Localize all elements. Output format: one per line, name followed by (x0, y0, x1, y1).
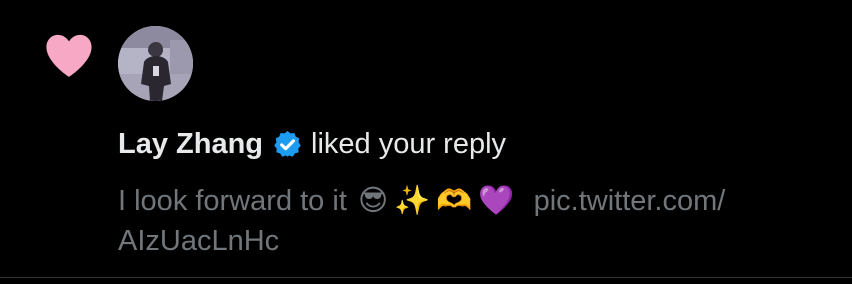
tweet-text: I look forward to it (118, 185, 347, 217)
purple-heart-emoji: 💜 (478, 183, 515, 217)
tweet-preview[interactable]: I look forward to it 😎 ✨ 🫶 💜 pic.twitter.co… (118, 180, 843, 261)
heart-hands-emoji: 🫶 (436, 183, 473, 217)
action-text: liked your reply (311, 128, 507, 160)
sparkles-emoji: ✨ (394, 183, 431, 217)
tweet-link-part2: AIzUacLnHc (118, 225, 280, 257)
heart-icon (46, 34, 92, 77)
divider (0, 277, 852, 278)
verified-badge-icon (274, 130, 301, 157)
tweet-link-part1: pic.twitter.com/ (533, 185, 726, 217)
smiling-face-with-sunglasses-emoji: 😎 (357, 183, 389, 217)
avatar[interactable] (118, 26, 193, 101)
actor-name[interactable]: Lay Zhang (118, 124, 263, 164)
notification-header: Lay Zhang liked your reply (118, 124, 506, 164)
like-notification[interactable]: Lay Zhang liked your reply I look forwar… (0, 0, 852, 277)
